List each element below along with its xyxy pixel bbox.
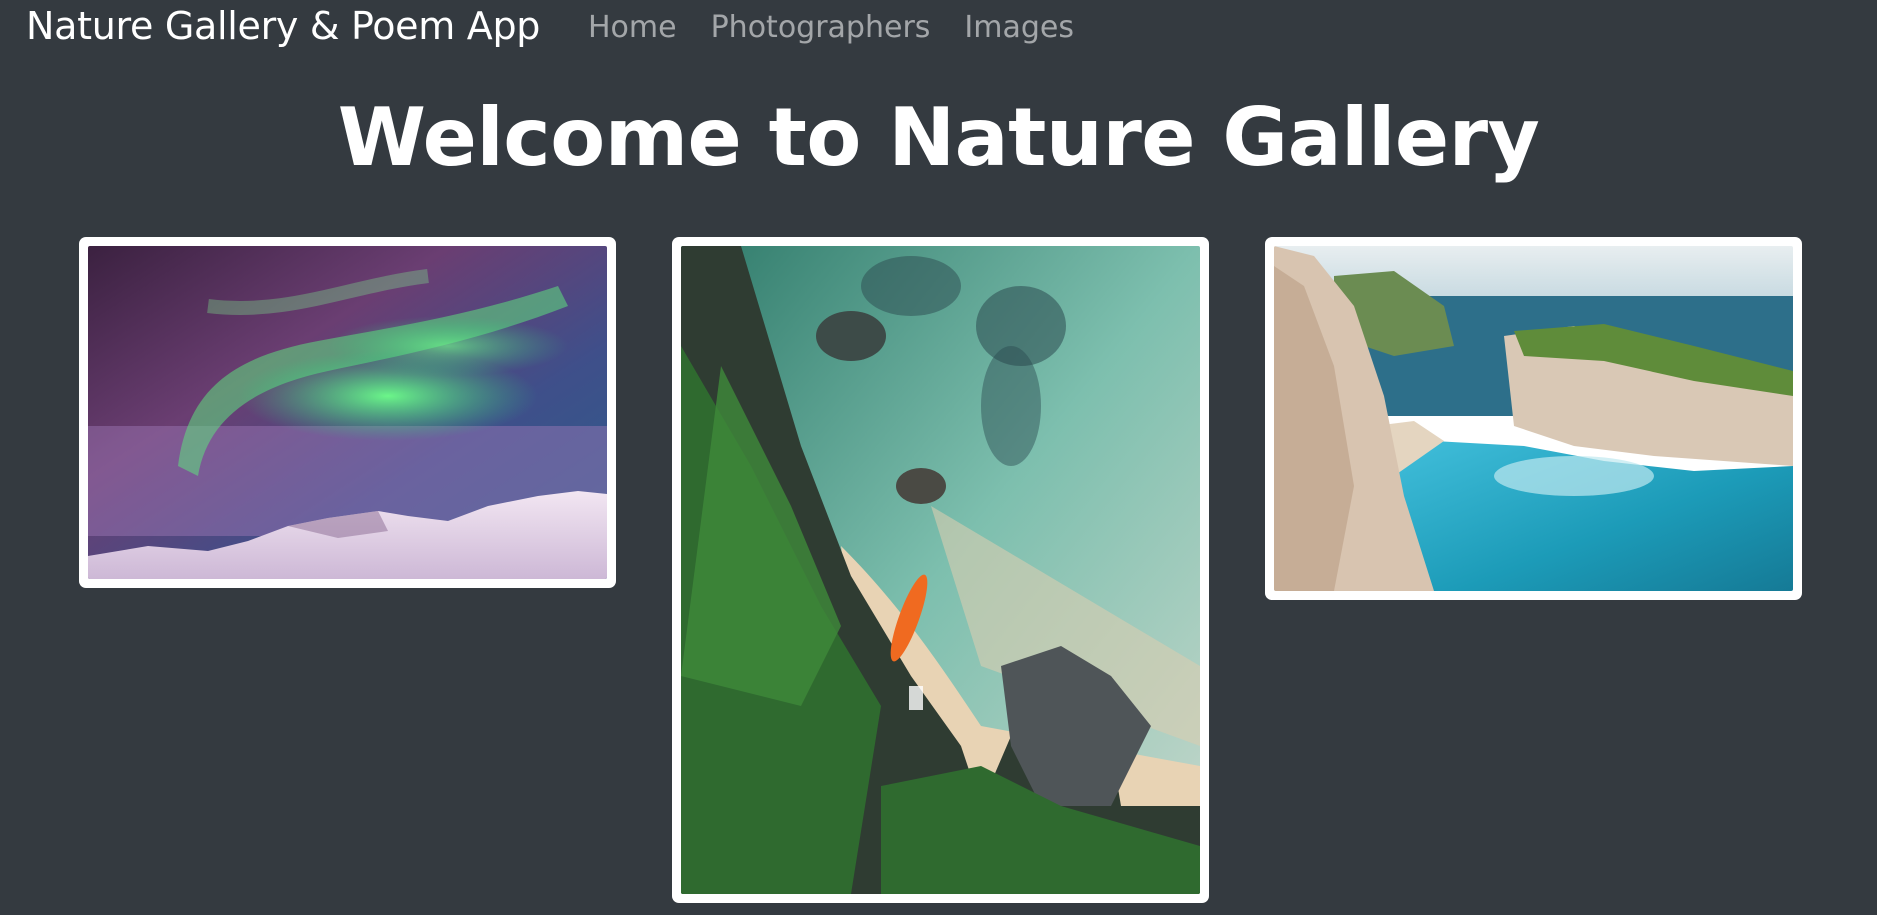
nav-link-images[interactable]: Images <box>964 10 1074 45</box>
navbar: Nature Gallery & Poem App Home Photograp… <box>0 0 1877 62</box>
nav-links: Home Photographers Images <box>588 10 1074 45</box>
nav-link-photographers[interactable]: Photographers <box>711 10 931 45</box>
cove-image[interactable] <box>1274 246 1793 591</box>
nav-link-home[interactable]: Home <box>588 10 677 45</box>
gallery-card-beach[interactable] <box>672 237 1209 903</box>
beach-image[interactable] <box>681 246 1200 894</box>
gallery-card-cove[interactable] <box>1265 237 1802 600</box>
navbar-brand[interactable]: Nature Gallery & Poem App <box>26 4 540 48</box>
page-title: Welcome to Nature Gallery <box>337 91 1540 184</box>
aurora-image[interactable] <box>88 246 607 579</box>
gallery-card-aurora[interactable] <box>79 237 616 588</box>
